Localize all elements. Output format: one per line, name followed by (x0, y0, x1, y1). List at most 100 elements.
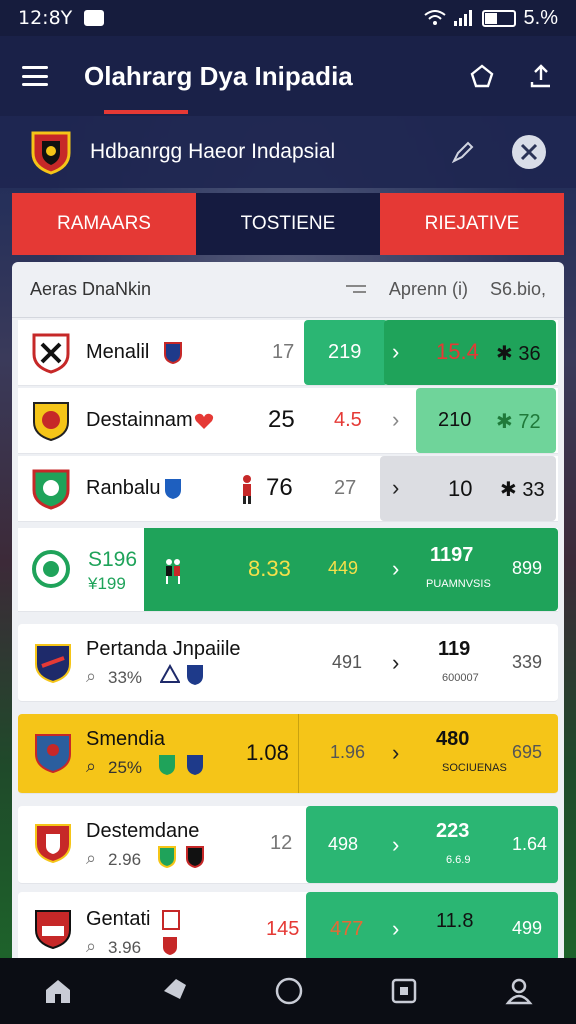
table-row[interactable]: Ranbalu 76 27 › 10 ✱ 33 (18, 456, 558, 522)
stat-caption: 600007 (442, 672, 479, 684)
team-sub: 2.96 (108, 850, 142, 869)
status-bar: 12:8Y 5.% (0, 0, 576, 36)
team-name: Destainnam (86, 409, 193, 431)
team-badge-icon (162, 910, 180, 930)
team-badge-icon (186, 846, 204, 868)
stat-value: 210 (438, 409, 472, 431)
stat-value: 219 (328, 341, 362, 363)
tools-icon (520, 143, 538, 161)
signal-icon (453, 10, 472, 26)
table-row[interactable]: Gentati ⌕ 3.96 145 477 › 11.8 499 (18, 892, 558, 962)
stat-value: 491 (332, 652, 363, 672)
team-crest-icon (35, 734, 71, 774)
edit-icon[interactable] (450, 139, 476, 165)
settings-button[interactable] (512, 135, 546, 169)
team-crest-icon (35, 910, 71, 950)
stat-value: ✱ 72 (496, 411, 541, 433)
stat-value: 498 (328, 834, 359, 854)
status-time: 12:8Y (18, 7, 73, 29)
stat-value: 695 (512, 742, 543, 762)
team-name: Smendia (86, 728, 165, 750)
table-row[interactable]: Destainnam 25 4.5 › 210 ✱ 72 (18, 388, 558, 454)
stat-caption: SOCIUENAS (442, 762, 507, 774)
stat-value: 1197 (430, 544, 474, 566)
team-name: Ranbalu (86, 477, 161, 499)
stat-caption: 6.6.9 (446, 854, 471, 866)
chevron-right-icon[interactable]: › (392, 832, 399, 858)
team-crest-icon (35, 644, 71, 684)
tab-tostiene[interactable]: TOSTIENE (196, 193, 380, 255)
sort-icon[interactable] (345, 284, 367, 296)
stat-value: 11.8 (436, 910, 474, 932)
standings-panel: Aeras DnaNkin Aprenn (i) S6.bio, Menalil… (12, 262, 564, 962)
stat-value: 25 (268, 406, 295, 433)
team-crest-icon (32, 333, 70, 374)
stat-value: ✱ 36 (496, 343, 541, 365)
stat-value: 4.5 (334, 409, 362, 431)
header-title: Aeras DnaNkin (30, 279, 152, 299)
team-name: Gentati (86, 908, 151, 930)
chevron-right-icon[interactable]: › (392, 916, 399, 942)
stat-value: 76 (266, 474, 293, 501)
team-crest-icon (35, 824, 71, 864)
team-badge-icon (165, 479, 181, 499)
team-sub: ¥199 (88, 574, 126, 593)
stat-value: 339 (512, 652, 543, 672)
chevron-right-icon[interactable]: › (392, 475, 399, 501)
club-title: Hdbanrgg Haeor Indapsial (90, 140, 336, 163)
header-right: S6.bio, (489, 279, 546, 299)
team-badge-icon (159, 755, 175, 775)
team-badge-icon (187, 665, 203, 685)
square-icon[interactable] (390, 977, 418, 1005)
heart-icon (194, 413, 214, 429)
stat-value: 27 (334, 477, 357, 499)
tab-ramaars[interactable]: RAMAARS (12, 193, 196, 255)
stat-value: 1.64 (512, 834, 548, 854)
stat-value: 899 (512, 558, 543, 578)
warning-icon (160, 664, 180, 683)
home-icon[interactable] (43, 977, 73, 1005)
table-row[interactable]: Destemdane ⌕ 2.96 12 498 › 223 6.6.9 1.6… (18, 806, 558, 884)
battery-icon (481, 9, 516, 27)
search-icon: ⌕ (86, 756, 97, 776)
club-header: Hdbanrgg Haeor Indapsial (0, 116, 576, 188)
chevron-right-icon[interactable]: › (392, 339, 399, 365)
stat-value: 119 (438, 638, 471, 660)
chevron-right-icon[interactable]: › (392, 650, 399, 676)
stat-value: 15.4 (436, 339, 479, 364)
chevron-right-icon[interactable]: › (392, 740, 399, 766)
club-crest-icon (31, 131, 71, 175)
chevron-right-icon[interactable]: › (392, 556, 399, 582)
team-crest-icon (32, 550, 70, 588)
tab-riejative[interactable]: RIEJATIVE (380, 193, 564, 255)
message-icon (84, 10, 105, 26)
circle-icon[interactable] (274, 976, 304, 1006)
profile-icon[interactable] (505, 977, 533, 1005)
team-badge-icon (187, 755, 203, 775)
chevron-right-icon[interactable]: › (392, 407, 399, 433)
menu-icon[interactable] (22, 66, 48, 86)
players-icon (166, 559, 180, 584)
stat-value: 1.08 (246, 740, 289, 765)
table-row[interactable]: Smendia ⌕ 25% 1.08 1.96 › 480 SOCIUENAS … (18, 714, 558, 794)
team-badge-icon (158, 846, 176, 868)
tag-icon[interactable] (160, 977, 188, 1005)
stat-value: 1.96 (330, 742, 366, 762)
stat-value: 10 (448, 476, 473, 501)
stat-caption: PUAMNVSIS (426, 578, 491, 590)
stat-value: 449 (328, 558, 359, 578)
notification-icon[interactable] (468, 62, 496, 90)
stat-value: 17 (272, 341, 295, 363)
team-sub: 33% (108, 668, 143, 687)
stat-value: 477 (330, 918, 364, 940)
bottom-nav (0, 958, 576, 1024)
share-icon[interactable] (528, 62, 554, 90)
team-name: Pertanda Jnpaiile (86, 638, 241, 660)
table-row[interactable]: S196 ¥199 8.33 449 › 1197 PUAMNVSIS 899 (18, 528, 558, 612)
wifi-icon (423, 10, 446, 25)
stat-value: 8.33 (248, 556, 291, 581)
stat-value: 223 (436, 820, 470, 842)
team-name: Menalil (86, 341, 150, 363)
table-row[interactable]: Pertanda Jnpaiile ⌕ 33% 491 › 119 600007… (18, 624, 558, 702)
table-row[interactable]: Menalil 17 219 › 15.4 ✱ 36 (18, 320, 558, 386)
